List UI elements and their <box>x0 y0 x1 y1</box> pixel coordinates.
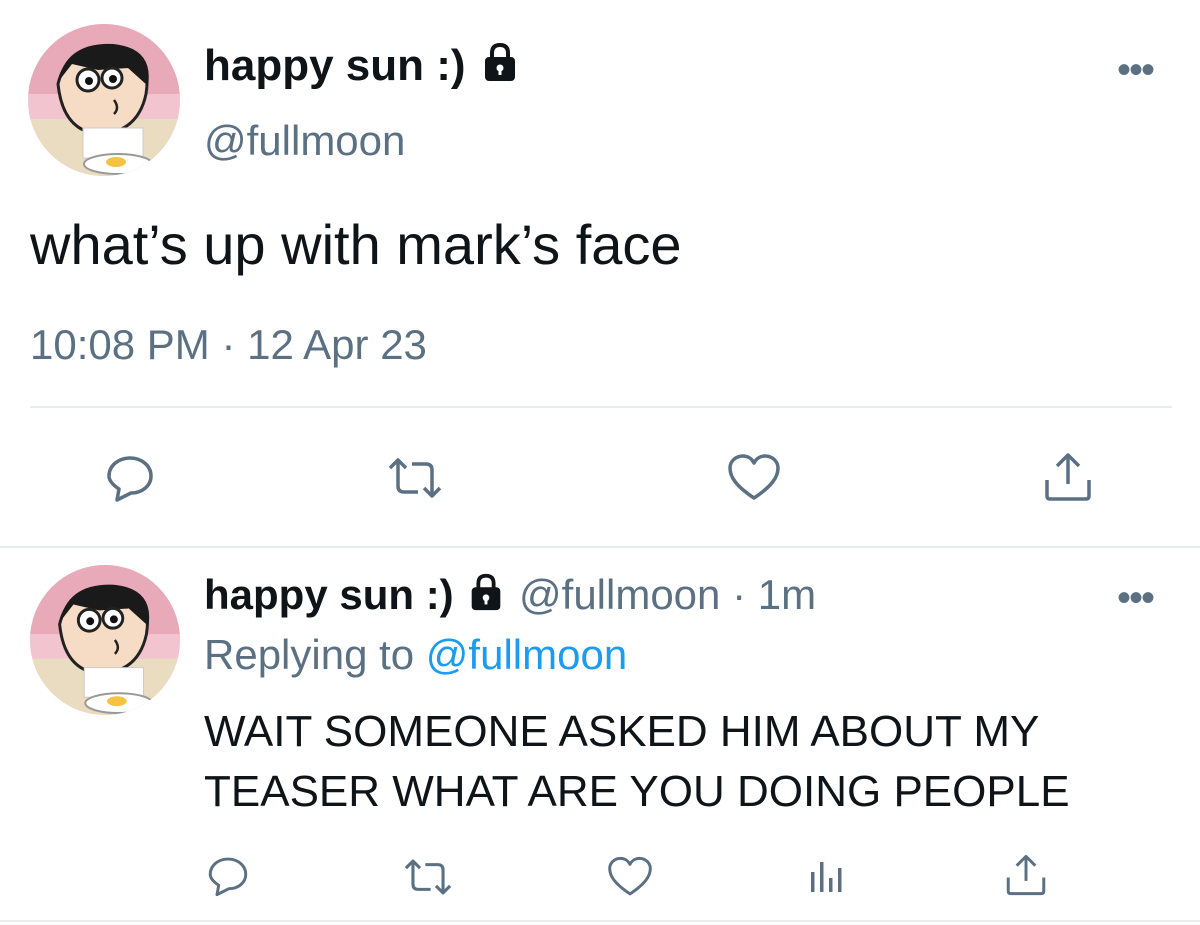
replying-to-link[interactable]: @fullmoon <box>426 631 627 678</box>
divider <box>0 546 1200 548</box>
avatar[interactable] <box>28 24 180 176</box>
reply-icon[interactable] <box>104 452 156 504</box>
avatar[interactable] <box>30 565 180 715</box>
share-icon[interactable] <box>1004 852 1048 898</box>
more-options-icon[interactable]: ••• <box>1117 578 1155 618</box>
handle[interactable]: @fullmoon <box>519 571 720 618</box>
timestamp[interactable]: 10:08 PM · 12 Apr 23 <box>30 320 427 370</box>
lock-icon <box>478 40 522 96</box>
handle[interactable]: @fullmoon <box>204 116 405 166</box>
tweet-time[interactable]: · 1m <box>732 571 816 618</box>
reply-text-line: TEASER WHAT ARE YOU DOING PEOPLE <box>204 767 1070 816</box>
reply-icon[interactable] <box>206 854 250 898</box>
display-name[interactable]: happy sun :) <box>204 571 454 618</box>
lock-icon <box>465 571 507 624</box>
like-icon[interactable] <box>606 855 654 899</box>
more-options-icon[interactable]: ••• <box>1117 50 1155 90</box>
retweet-icon[interactable] <box>386 452 444 504</box>
reply-text-line: WAIT SOMEONE ASKED HIM ABOUT MY <box>204 707 1040 756</box>
tweet-text: what’s up with mark’s face <box>30 213 682 276</box>
share-icon[interactable] <box>1042 450 1094 504</box>
retweet-icon[interactable] <box>402 854 454 900</box>
divider <box>0 920 1200 922</box>
analytics-icon[interactable] <box>806 856 846 896</box>
divider <box>30 406 1172 408</box>
display-name[interactable]: happy sun :) <box>204 41 466 90</box>
replying-to-label: Replying to <box>204 631 415 678</box>
like-icon[interactable] <box>726 452 782 504</box>
